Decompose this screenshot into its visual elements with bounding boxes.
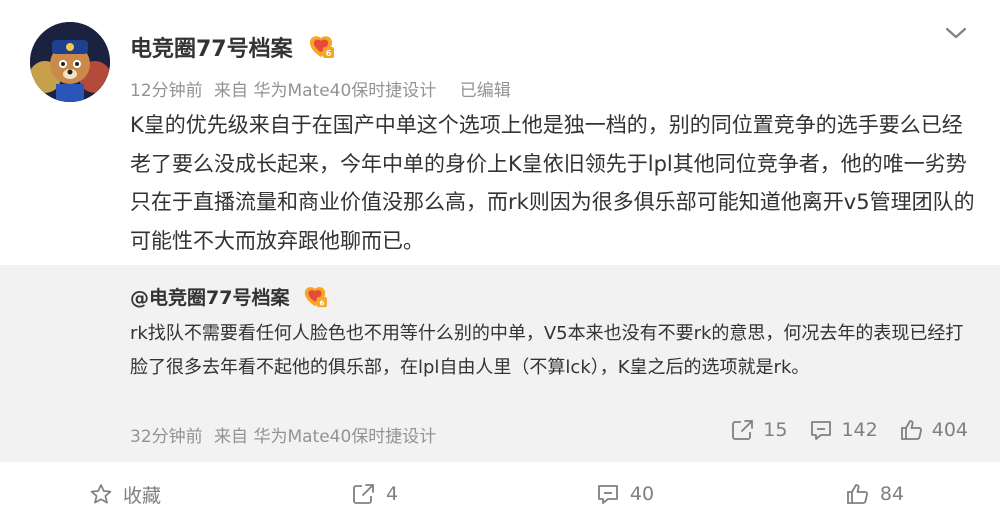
repost-share-button[interactable]: 15 xyxy=(731,419,787,441)
thumbs-up-icon xyxy=(900,420,922,440)
repost-source: 来自 华为Mate40保时捷设计 xyxy=(214,427,437,447)
comment-icon xyxy=(811,421,832,440)
like-count: 84 xyxy=(879,483,905,505)
repost-card[interactable]: @电竞圈77号档案 6 rk找队不需要看任何人脸色也不用等什么别的中单，V5本来… xyxy=(0,265,1000,462)
repost-time[interactable]: 32分钟前 xyxy=(130,427,203,447)
post-footer-actions: 收藏 4 40 84 xyxy=(0,462,1000,526)
svg-text:6: 6 xyxy=(326,49,332,58)
gold-v-badge-icon: 6 xyxy=(308,35,334,59)
share-icon xyxy=(732,420,754,440)
repost-stats: 15 142 404 xyxy=(731,419,968,441)
repost-meta: 32分钟前 来自 华为Mate40保时捷设计 xyxy=(130,422,436,447)
weibo-post: 电竞圈77号档案 6 12分钟前 来自 华为Mate40保时捷设计 已编辑 K皇… xyxy=(0,0,1000,526)
favorite-label: 收藏 xyxy=(122,484,161,507)
repost-content: rk找队不需要看任何人脸色也不用等什么别的中单，V5本来也没有不要rk的意思，何… xyxy=(130,323,964,378)
gold-v-badge-icon: 6 xyxy=(303,286,327,308)
edited-label: 已编辑 xyxy=(459,81,511,101)
comment-icon xyxy=(598,485,618,504)
share-count: 4 xyxy=(385,483,399,505)
post-meta: 12分钟前 来自 华为Mate40保时捷设计 已编辑 xyxy=(130,76,517,101)
chevron-down-icon[interactable] xyxy=(944,24,968,42)
post-content: K皇的优先级来自于在国产中单这个选项上他是独一档的，别的同位置竞争的选手要么已经… xyxy=(130,113,975,253)
repost-author-name[interactable]: @电竞圈77号档案 xyxy=(130,283,289,310)
like-button[interactable]: 84 xyxy=(750,462,1000,526)
repost-like-button[interactable]: 404 xyxy=(900,419,968,441)
avatar[interactable] xyxy=(30,22,110,102)
comment-button[interactable]: 40 xyxy=(500,462,750,526)
repost-comment-button[interactable]: 142 xyxy=(809,419,878,441)
post-source: 来自 华为Mate40保时捷设计 xyxy=(214,81,437,101)
share-button[interactable]: 4 xyxy=(250,462,500,526)
repost-like-count: 404 xyxy=(931,419,968,441)
share-icon xyxy=(353,484,374,504)
favorite-button[interactable]: 收藏 xyxy=(0,462,250,526)
comment-count: 40 xyxy=(629,483,655,505)
post-author-name[interactable]: 电竞圈77号档案 xyxy=(130,31,293,63)
svg-text:6: 6 xyxy=(319,298,324,307)
post-time[interactable]: 12分钟前 xyxy=(130,81,203,101)
thumbs-up-icon xyxy=(847,484,868,504)
repost-share-count: 15 xyxy=(763,419,788,441)
repost-comment-count: 142 xyxy=(841,419,878,441)
star-icon xyxy=(90,484,112,504)
